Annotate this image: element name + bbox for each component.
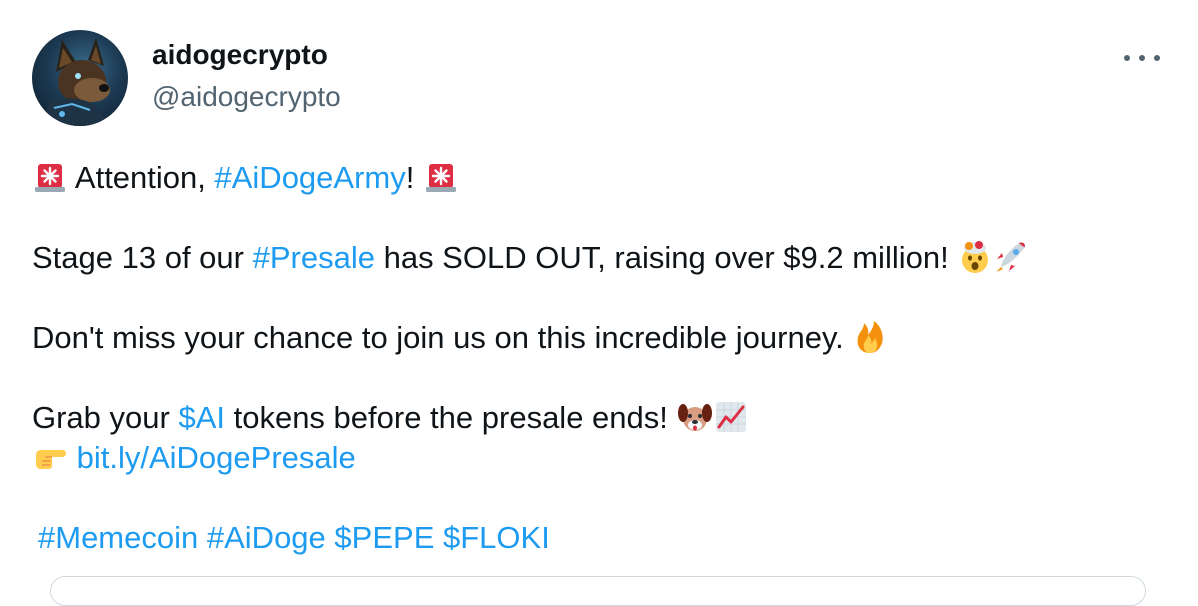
tweet-line-3: Don't miss your chance to join us on thi… [32, 318, 1162, 358]
more-horizontal-icon [1139, 55, 1145, 61]
text-segment: tokens before the presale ends! [224, 400, 677, 435]
link-preview-card[interactable] [50, 576, 1146, 606]
exploding-head-emoji [957, 239, 993, 275]
hashtag-link[interactable]: #Memecoin [38, 520, 198, 555]
backhand-index-pointing-right-emoji [32, 439, 68, 475]
text-segment: ! [405, 160, 423, 195]
hashtag-row: #Memecoin #AiDoge $PEPE $FLOKI [38, 518, 550, 558]
doge-avatar-image [42, 38, 112, 126]
fire-emoji [852, 319, 888, 355]
text-segment: has SOLD OUT, raising over $9.2 million! [374, 240, 958, 275]
rocket-emoji [993, 239, 1029, 275]
avatar[interactable] [32, 30, 128, 126]
more-horizontal-icon [1124, 55, 1130, 61]
chart-increasing-emoji [713, 399, 749, 435]
text-segment: Grab your [32, 400, 179, 435]
display-name[interactable]: aidogecrypto [152, 38, 328, 72]
hashtag-link[interactable]: #AiDoge [207, 520, 326, 555]
more-horizontal-icon [1154, 55, 1160, 61]
dog-face-emoji [677, 399, 713, 435]
tweet-text: Attention, #AiDogeArmy! Stage 13 of our … [32, 158, 1162, 478]
text-segment: Stage 13 of our [32, 240, 253, 275]
text-segment: Don't miss your chance to join us on thi… [32, 320, 853, 355]
user-handle[interactable]: @aidogecrypto [152, 80, 341, 114]
rotating-light-emoji [423, 159, 459, 195]
cashtag-link[interactable]: $FLOKI [443, 520, 550, 555]
more-options-button[interactable] [1122, 44, 1162, 72]
cashtag-link[interactable]: $AI [178, 400, 225, 435]
text-segment: Attention, [68, 160, 215, 195]
hashtag-link[interactable]: #Presale [253, 240, 375, 275]
cashtag-link[interactable]: $PEPE [334, 520, 434, 555]
tweet-line-1: Attention, #AiDogeArmy! [32, 158, 1162, 198]
tweet-card: aidogecrypto @aidogecrypto Attention, #A… [0, 0, 1198, 606]
hashtag-link[interactable]: #AiDogeArmy [215, 160, 406, 195]
tweet-line-2: Stage 13 of our #Presale has SOLD OUT, r… [32, 238, 1162, 278]
tweet-line-5: bit.ly/AiDogePresale [32, 438, 1162, 478]
rotating-light-emoji [32, 159, 68, 195]
tweet-line-4: Grab your $AI tokens before the presale … [32, 398, 1162, 438]
presale-link[interactable]: bit.ly/AiDogePresale [77, 440, 356, 475]
